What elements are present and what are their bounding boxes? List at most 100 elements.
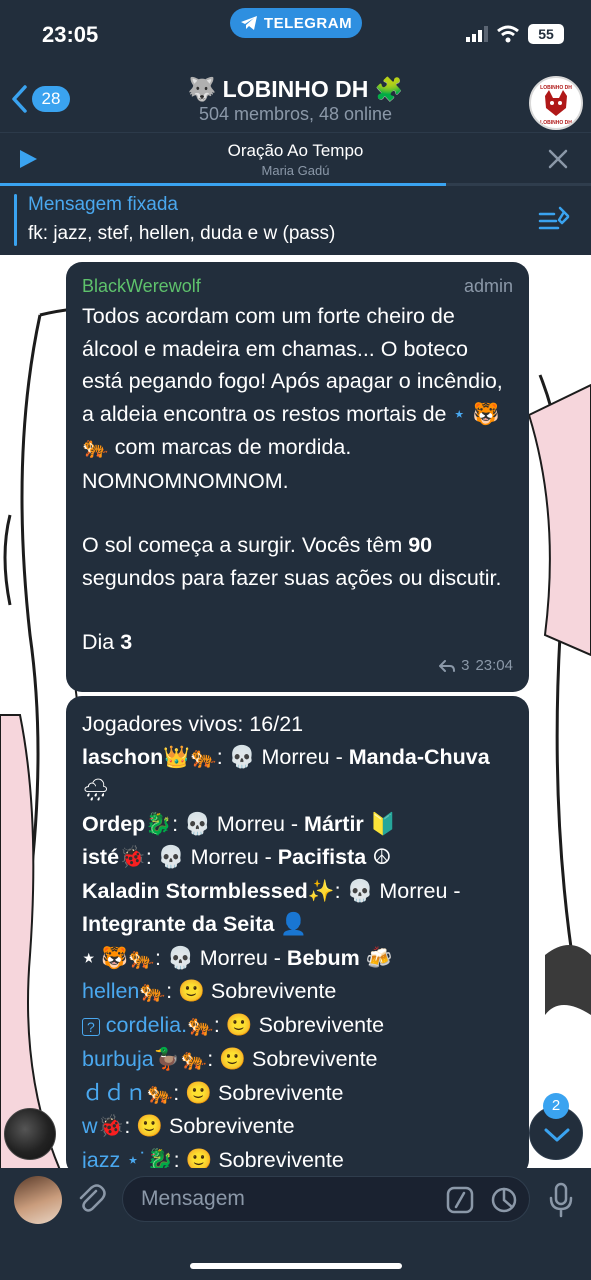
attach-button[interactable] [74, 1182, 108, 1221]
slash-command-icon [446, 1186, 474, 1214]
player-status: Morreu [261, 744, 330, 769]
auto-delete-timer-button[interactable] [490, 1186, 518, 1219]
voice-record-button[interactable] [548, 1182, 574, 1223]
players-header: Jogadores vivos: 16/21 [82, 712, 304, 736]
song-artist: Maria Gadú [261, 163, 330, 178]
player-status: Sobrevivente [218, 1080, 344, 1105]
face-emoji: 🙂 [185, 1080, 213, 1106]
player-name[interactable]: hellen [82, 979, 139, 1003]
puzzle-emoji: 🧩 [374, 77, 404, 103]
message-text: segundos para fazer suas ações ou discut… [82, 565, 502, 590]
player-emoji: 🦆🐅 [153, 1047, 208, 1072]
role-emoji: 🔰 [369, 811, 397, 837]
message-bubble[interactable]: Jogadores vivos: 16/21 laschon👑🐅: 💀 Morr… [66, 696, 529, 1176]
role-emoji: 🍻 [365, 945, 393, 971]
my-avatar[interactable] [14, 1176, 62, 1224]
alive-player-row: w🐞: 🙂 Sobrevivente [82, 1114, 295, 1139]
player-emoji: 🐉 [145, 811, 173, 837]
player-emoji: 🐅 [139, 979, 167, 1004]
seconds-count: 90 [408, 533, 433, 557]
message-text: com marcas de mordida. NOMNOMNOMNOM. [82, 435, 352, 493]
paperclip-icon [79, 1184, 106, 1212]
skull-emoji: 💀 [157, 845, 185, 870]
player-status: Sobrevivente [252, 1047, 378, 1071]
skull-emoji: 💀 [184, 811, 211, 837]
group-avatar-text-bottom: LOBINHO DH [540, 120, 572, 126]
music-player-bar[interactable]: Oração Ao Tempo Maria Gadú [0, 132, 591, 186]
player-name[interactable]: burbuja [82, 1047, 154, 1071]
chat-title[interactable]: 🐺 LOBINHO DH 🧩 [0, 76, 591, 103]
microphone-icon [549, 1182, 573, 1218]
alive-player-row: burbuja🦆🐅: 🙂 Sobrevivente [82, 1047, 378, 1072]
day-label: Dia [82, 630, 121, 654]
skull-emoji: 💀 [228, 744, 256, 770]
player-role: Mártir [304, 811, 364, 836]
face-emoji: 🙂 [136, 1114, 164, 1139]
message-text: O sol começa a surgir. Vocês têm [82, 533, 409, 557]
message-header: BlackWerewolf admin [82, 274, 513, 298]
home-indicator [190, 1263, 402, 1269]
top-bar: 23:05 TELEGRAM 55 28 🐺 LOBINHO DH 🧩 504 … [0, 0, 591, 255]
player-status: Morreu [216, 811, 285, 836]
player-prefix-icon: ? [82, 1017, 100, 1036]
pinned-message-bar[interactable]: Mensagem fixada fk: jazz, stef, hellen, … [0, 186, 591, 254]
player-emoji: 🐞 [97, 1114, 125, 1139]
commands-button[interactable] [446, 1186, 474, 1219]
player-name[interactable]: isté [82, 845, 119, 869]
player-status: Morreu [199, 945, 268, 970]
dead-player-row: isté🐞: 💀 Morreu - Pacifista ☮ [82, 845, 392, 870]
player-name[interactable]: Kaladin Stormblessed [82, 879, 308, 903]
player-name[interactable]: cordelia. [106, 1013, 187, 1037]
wolf-logo-icon: LOBINHO DH LOBINHO DH [540, 85, 572, 126]
player-emoji: 🐞 [119, 845, 146, 870]
sender-avatar[interactable] [4, 1108, 56, 1160]
player-emoji: 🐅 [146, 1080, 174, 1106]
group-avatar[interactable]: LOBINHO DH LOBINHO DH [529, 76, 583, 130]
alive-player-row: ? cordelia.🐅: 🙂 Sobrevivente [82, 1009, 513, 1044]
pinned-indicator [14, 194, 17, 246]
timer-icon [491, 1187, 517, 1213]
close-player-button[interactable] [548, 149, 568, 174]
song-title: Oração Ao Tempo [227, 141, 364, 160]
alive-player-list: hellen🐅: 🙂 Sobrevivente? cordelia.🐅: 🙂 So… [82, 975, 513, 1177]
player-name[interactable]: Ordep [82, 812, 145, 836]
sender-name[interactable]: BlackWerewolf [82, 274, 201, 298]
role-emoji: 🌧 [82, 778, 110, 803]
alive-player-row: hellen🐅: 🙂 Sobrevivente [82, 979, 337, 1004]
player-name[interactable]: ⋆ 🐯🐅 [82, 946, 155, 970]
player-role: Pacifista [277, 845, 367, 869]
telegram-plane-icon [240, 16, 257, 30]
dead-player-row: ⋆ 🐯🐅: 💀 Morreu - Bebum 🍻 [82, 945, 393, 971]
telegram-pill[interactable]: TELEGRAM [230, 8, 362, 38]
message-paragraph: Todos acordam com um forte cheiro de álc… [82, 300, 513, 497]
player-name[interactable]: w [82, 1114, 98, 1138]
player-name[interactable]: laschon [82, 745, 163, 769]
pinned-label: Mensagem fixada [28, 194, 178, 215]
group-avatar-text-top: LOBINHO DH [540, 85, 572, 91]
role-emoji: ☮ [372, 845, 392, 870]
cellular-signal-icon [466, 26, 488, 42]
player-emoji: ✨ [307, 878, 335, 904]
close-icon [548, 149, 568, 169]
player-role: Integrante da Seita [82, 912, 275, 936]
reply-arrow-icon [439, 659, 456, 672]
player-status: Sobrevivente [210, 979, 337, 1003]
status-time: 23:05 [42, 22, 99, 47]
message-paragraph: O sol começa a surgir. Vocês têm 90 segu… [82, 529, 513, 594]
player-name[interactable]: ｄｄｎ [82, 1081, 147, 1105]
unread-mentions-badge: 2 [543, 1093, 569, 1119]
message-meta: 3 23:04 [439, 650, 513, 683]
player-status: Morreu [379, 878, 448, 903]
day-number: 3 [120, 630, 133, 654]
pinned-list-button[interactable] [538, 206, 570, 239]
player-status: Sobrevivente [169, 1114, 295, 1138]
message-bubble[interactable]: BlackWerewolf admin Todos acordam com um… [66, 262, 529, 692]
player-emoji: 👑🐅 [163, 744, 217, 770]
telegram-pill-label: TELEGRAM [263, 14, 353, 32]
player-status: Morreu [190, 845, 259, 869]
message-time: 23:04 [475, 656, 513, 674]
battery-icon: 55 [528, 24, 564, 44]
player-role: Bebum [286, 945, 360, 970]
dead-player-row: laschon👑🐅: 💀 Morreu - Manda-Chuva 🌧 [82, 744, 490, 804]
dead-player-row: Kaladin Stormblessed✨: 💀 Morreu - Integr… [82, 878, 461, 938]
